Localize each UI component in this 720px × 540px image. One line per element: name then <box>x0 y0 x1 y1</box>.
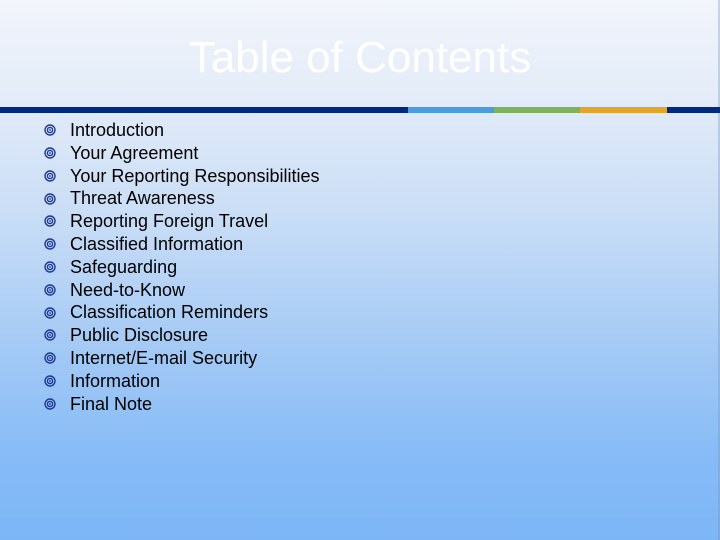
divider-segment-green <box>494 107 580 113</box>
bullseye-icon <box>44 186 70 209</box>
title-divider-bar <box>0 107 720 113</box>
toc-item: Public Disclosure <box>44 324 319 347</box>
bullseye-icon <box>44 209 70 232</box>
toc-item: Your Reporting Responsibilities <box>44 165 319 188</box>
table-of-contents-list: Introduction Your Agreement Your Reporting… <box>44 119 319 415</box>
divider-segment-orange <box>580 107 667 113</box>
toc-item: Internet/E-mail Security <box>44 347 319 370</box>
bullseye-icon <box>44 346 70 369</box>
toc-item-label: Information <box>70 370 161 391</box>
toc-item: Reporting Foreign Travel <box>44 210 319 233</box>
toc-item-label: Your Agreement <box>70 142 199 163</box>
divider-segment-light-blue <box>408 107 494 113</box>
bullseye-icon <box>44 369 70 392</box>
toc-item-label: Reporting Foreign Travel <box>70 211 269 232</box>
bullseye-icon <box>44 300 70 323</box>
divider-segment-navy-end <box>667 107 720 113</box>
toc-item-label: Classification Reminders <box>70 302 269 323</box>
toc-item: Classified Information <box>44 233 319 256</box>
toc-item: Introduction <box>44 119 319 142</box>
toc-item-label: Introduction <box>70 120 165 140</box>
toc-item: Final Note <box>44 393 319 416</box>
toc-item: Classification Reminders <box>44 301 319 324</box>
bullseye-icon <box>44 118 70 141</box>
slide-title: Table of Contents <box>188 33 532 82</box>
toc-item: Information <box>44 370 319 393</box>
toc-item: Your Agreement <box>44 142 319 165</box>
toc-item-label: Need-to-Know <box>70 279 186 300</box>
bullseye-icon <box>44 278 70 301</box>
toc-item-label: Threat Awareness <box>70 188 215 209</box>
bullseye-icon <box>44 392 70 415</box>
bullseye-icon <box>44 232 70 255</box>
toc-item-label: Your Reporting Responsibilities <box>70 165 320 186</box>
toc-item: Safeguarding <box>44 256 319 279</box>
bullseye-icon <box>44 164 70 187</box>
toc-item-label: Internet/E-mail Security <box>70 347 258 368</box>
bullseye-icon <box>44 323 70 346</box>
toc-item-label: Safeguarding <box>70 256 178 277</box>
toc-item: Need-to-Know <box>44 279 319 302</box>
toc-item: Threat Awareness <box>44 187 319 210</box>
toc-item-label: Public Disclosure <box>70 325 209 346</box>
bullseye-icon <box>44 255 70 278</box>
divider-segment-navy <box>0 107 408 113</box>
toc-item-label: Final Note <box>70 393 153 414</box>
toc-item-label: Classified Information <box>70 233 244 254</box>
bullseye-icon <box>44 141 70 164</box>
